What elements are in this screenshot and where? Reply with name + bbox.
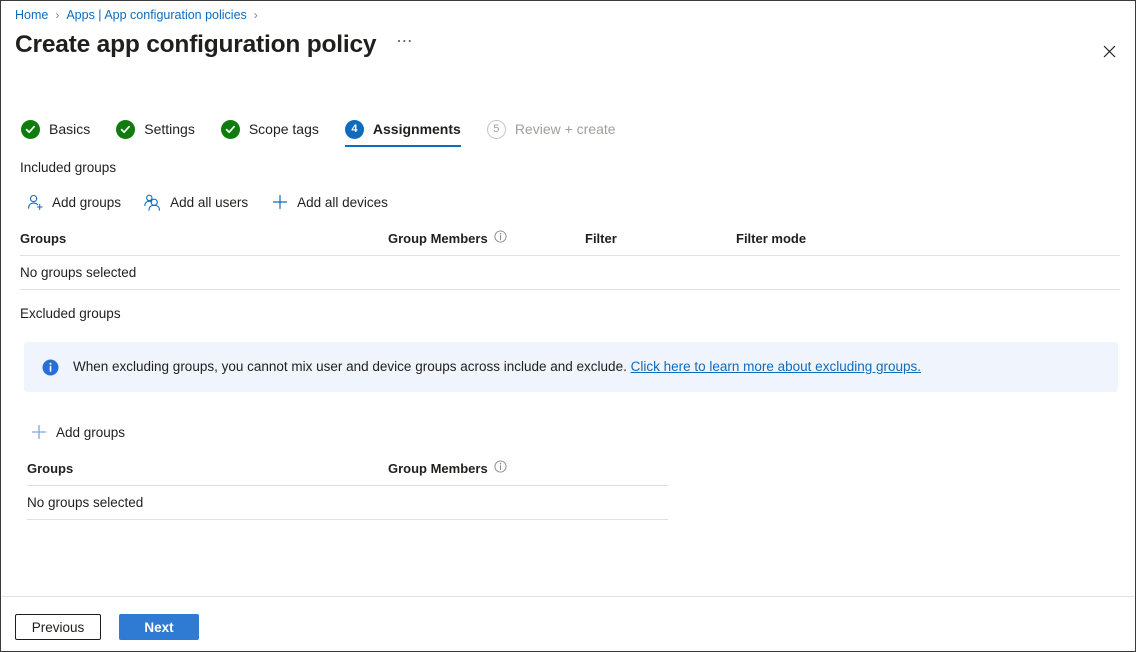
- wizard-step-assignments[interactable]: 4 Assignments: [345, 113, 461, 145]
- empty-state-text: No groups selected: [27, 495, 143, 510]
- column-header-group-members[interactable]: Group Members: [388, 230, 585, 246]
- excluded-add-groups-button[interactable]: Add groups: [27, 419, 131, 445]
- wizard-footer: Previous Next: [15, 614, 199, 640]
- column-header-filter-mode[interactable]: Filter mode: [736, 231, 916, 246]
- breadcrumb-item-home[interactable]: Home: [15, 7, 48, 23]
- breadcrumb-item-apps[interactable]: Apps | App configuration policies: [66, 7, 246, 23]
- column-header-label: Group Members: [388, 231, 488, 246]
- excluded-groups-table: Groups Group Members No groups selected: [27, 455, 668, 520]
- banner-message: When excluding groups, you cannot mix us…: [73, 359, 627, 374]
- banner-text: When excluding groups, you cannot mix us…: [73, 358, 921, 376]
- column-header-label: Filter mode: [736, 231, 806, 246]
- empty-state-text: No groups selected: [20, 265, 136, 280]
- wizard-step-label: Settings: [144, 121, 195, 137]
- included-groups-table: Groups Group Members Filter Filter mode: [20, 225, 1120, 290]
- excluded-groups-label: Excluded groups: [20, 306, 121, 321]
- check-circle-icon: [116, 120, 135, 139]
- wizard-step-label: Assignments: [373, 121, 461, 137]
- wizard-step-basics[interactable]: Basics: [21, 113, 90, 145]
- info-filled-icon: [40, 357, 60, 377]
- breadcrumb: Home › Apps | App configuration policies…: [15, 7, 265, 23]
- users-icon: [143, 192, 163, 212]
- create-app-configuration-policy-blade: Home › Apps | App configuration policies…: [0, 0, 1136, 652]
- close-icon[interactable]: [1095, 37, 1123, 65]
- add-all-devices-button[interactable]: Add all devices: [268, 189, 394, 215]
- column-header-label: Filter: [585, 231, 617, 246]
- column-header-group-members[interactable]: Group Members: [388, 460, 588, 476]
- wizard-step-settings[interactable]: Settings: [116, 113, 195, 145]
- active-step-underline: [345, 145, 461, 147]
- step-number-badge: 4: [345, 120, 364, 139]
- footer-separator: [2, 596, 1134, 597]
- add-groups-button[interactable]: Add groups: [23, 189, 127, 215]
- included-groups-label: Included groups: [20, 160, 116, 175]
- column-header-groups[interactable]: Groups: [27, 461, 388, 476]
- wizard-step-scope-tags[interactable]: Scope tags: [221, 113, 319, 145]
- check-circle-icon: [21, 120, 40, 139]
- wizard-step-review-create[interactable]: 5 Review + create: [487, 113, 616, 145]
- plus-icon: [29, 422, 49, 442]
- step-number-badge: 5: [487, 120, 506, 139]
- column-header-label: Groups: [27, 461, 73, 476]
- table-row: No groups selected: [27, 486, 668, 520]
- add-all-users-button[interactable]: Add all users: [141, 189, 254, 215]
- column-header-groups[interactable]: Groups: [20, 231, 388, 246]
- excluded-groups-command-bar: Add groups: [27, 419, 145, 445]
- wizard-step-label: Scope tags: [249, 121, 319, 137]
- breadcrumb-separator-icon: ›: [254, 7, 258, 23]
- column-header-label: Group Members: [388, 461, 488, 476]
- check-circle-icon: [221, 120, 240, 139]
- column-header-label: Groups: [20, 231, 66, 246]
- wizard-step-label: Review + create: [515, 121, 616, 137]
- learn-more-link[interactable]: Click here to learn more about excluding…: [631, 359, 921, 374]
- included-groups-command-bar: Add groups Add all users Add all devices: [23, 189, 408, 215]
- page-title: Create app configuration policy: [15, 29, 376, 61]
- breadcrumb-separator-icon: ›: [55, 7, 59, 23]
- table-row: No groups selected: [20, 256, 1120, 290]
- plus-icon: [270, 192, 290, 212]
- wizard-steps: Basics Settings Scope tags 4 Assignments: [21, 113, 642, 145]
- add-all-users-label: Add all users: [170, 195, 248, 210]
- table-header-row: Groups Group Members: [27, 455, 668, 486]
- step-number: 4: [351, 124, 357, 135]
- wizard-step-label: Basics: [49, 121, 90, 137]
- next-button[interactable]: Next: [119, 614, 199, 640]
- add-groups-label: Add groups: [52, 195, 121, 210]
- more-options-icon[interactable]: ⋯: [392, 33, 416, 57]
- previous-button[interactable]: Previous: [15, 614, 101, 640]
- excluded-add-groups-label: Add groups: [56, 425, 125, 440]
- add-user-icon: [25, 192, 45, 212]
- table-header-row: Groups Group Members Filter Filter mode: [20, 225, 1120, 256]
- title-row: Create app configuration policy ⋯: [15, 29, 416, 61]
- step-number: 5: [493, 124, 499, 135]
- info-icon[interactable]: [494, 230, 507, 246]
- column-header-filter[interactable]: Filter: [585, 231, 736, 246]
- excluding-groups-info-banner: When excluding groups, you cannot mix us…: [24, 342, 1118, 392]
- add-all-devices-label: Add all devices: [297, 195, 388, 210]
- info-icon[interactable]: [494, 460, 507, 476]
